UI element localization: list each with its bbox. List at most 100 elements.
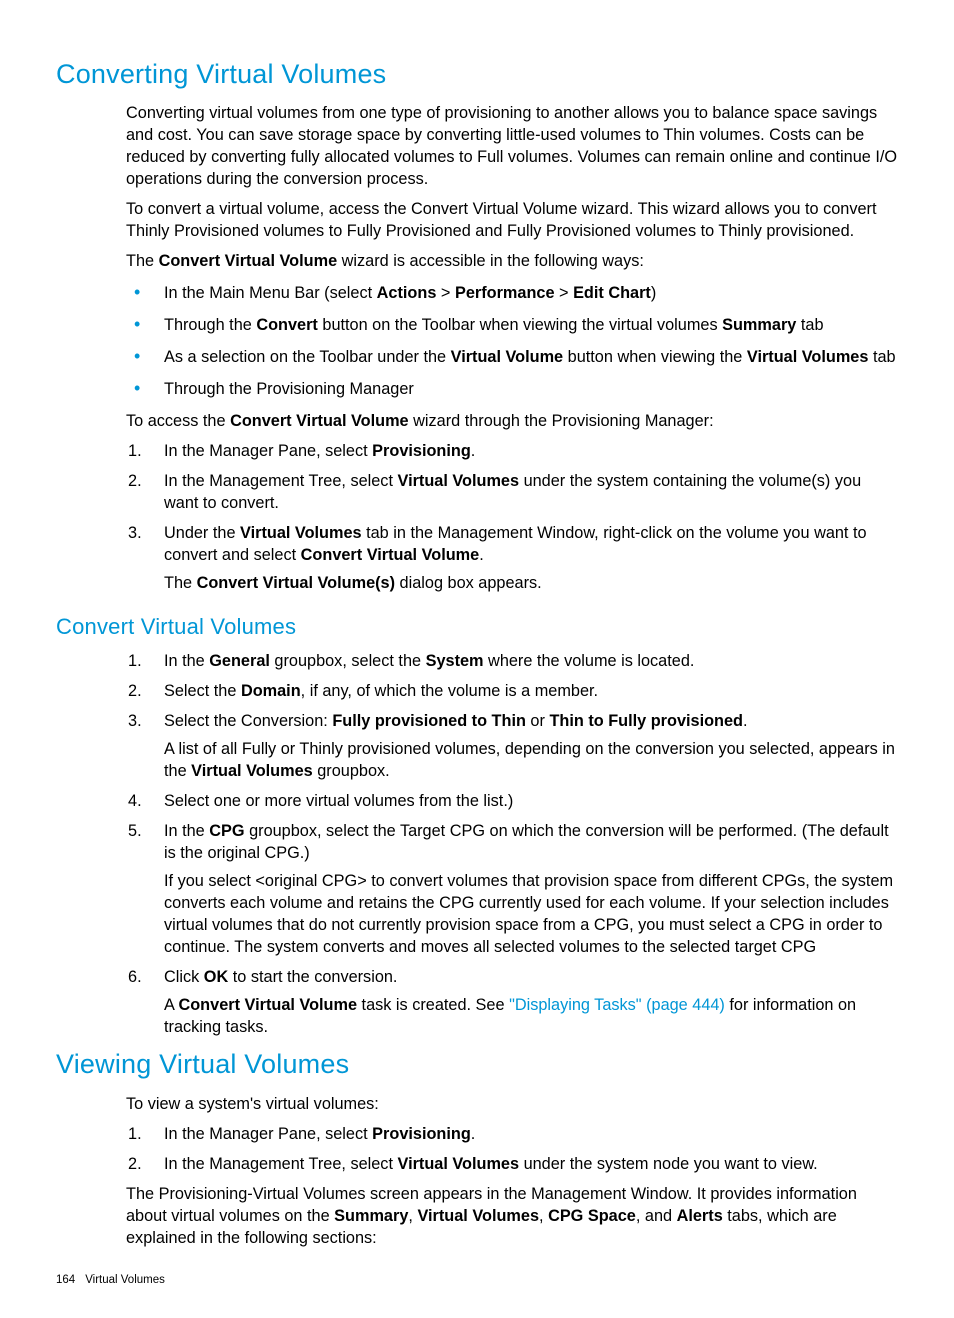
text: The (126, 252, 159, 270)
text-bold: System (426, 652, 484, 670)
text: Select the (164, 682, 241, 700)
text: A (164, 996, 178, 1014)
list-item: In the Manager Pane, select Provisioning… (126, 1123, 898, 1145)
text: Select the Conversion: (164, 712, 332, 730)
text: button on the Toolbar when viewing the v… (318, 316, 722, 334)
text-bold: Alerts (677, 1207, 723, 1225)
list-item: Under the Virtual Volumes tab in the Man… (126, 522, 898, 594)
paragraph: A Convert Virtual Volume task is created… (164, 994, 898, 1038)
text-bold: Virtual Volumes (398, 472, 520, 490)
text: In the Management Tree, select (164, 1155, 398, 1173)
text: . (471, 1125, 476, 1143)
text: , and (636, 1207, 677, 1225)
text-bold: Virtual Volumes (191, 762, 313, 780)
text-bold: Provisioning (372, 442, 471, 460)
text: In the Manager Pane, select (164, 442, 372, 460)
paragraph: Converting virtual volumes from one type… (126, 102, 898, 190)
text: Through the (164, 316, 256, 334)
text: tab (868, 348, 895, 366)
list-item: Select the Conversion: Fully provisioned… (126, 710, 898, 782)
page-footer: 164 Virtual Volumes (56, 1273, 898, 1289)
text-bold: OK (204, 968, 228, 986)
text-bold: Domain (241, 682, 301, 700)
heading-viewing-virtual-volumes: Viewing Virtual Volumes (56, 1046, 898, 1082)
paragraph: A list of all Fully or Thinly provisione… (164, 738, 898, 782)
text: . (743, 712, 748, 730)
heading-convert-virtual-volumes: Convert Virtual Volumes (56, 612, 898, 642)
text-bold: Convert Virtual Volume (178, 996, 357, 1014)
text: In the Manager Pane, select (164, 1125, 372, 1143)
list-item: Through the Convert button on the Toolba… (126, 314, 898, 336)
text: ) (651, 284, 656, 302)
text: groupbox, select the (270, 652, 426, 670)
paragraph: To convert a virtual volume, access the … (126, 198, 898, 242)
list-item: Through the Provisioning Manager (126, 378, 898, 400)
text-bold: Summary (722, 316, 796, 334)
ordered-list: In the Manager Pane, select Provisioning… (126, 440, 898, 594)
bullet-list: In the Main Menu Bar (select Actions > P… (126, 282, 898, 400)
text: , if any, of which the volume is a membe… (301, 682, 598, 700)
text-bold: Convert Virtual Volume (159, 252, 338, 270)
text-bold: Thin to Fully provisioned (549, 712, 743, 730)
footer-title: Virtual Volumes (85, 1274, 165, 1286)
text: To access the (126, 412, 230, 430)
list-item: In the Main Menu Bar (select Actions > P… (126, 282, 898, 304)
text: dialog box appears. (395, 574, 542, 592)
text: , (539, 1207, 548, 1225)
list-item: Click OK to start the conversion. A Conv… (126, 966, 898, 1038)
text-bold: Provisioning (372, 1125, 471, 1143)
list-item: As a selection on the Toolbar under the … (126, 346, 898, 368)
text: . (479, 546, 484, 564)
text: In the Main Menu Bar (select (164, 284, 377, 302)
list-item: In the Manager Pane, select Provisioning… (126, 440, 898, 462)
text-bold: CPG (209, 822, 244, 840)
link-displaying-tasks[interactable]: "Displaying Tasks" (page 444) (509, 996, 725, 1014)
paragraph: The Provisioning-Virtual Volumes screen … (126, 1183, 898, 1249)
list-item: Select one or more virtual volumes from … (126, 790, 898, 812)
paragraph: To view a system's virtual volumes: (126, 1093, 898, 1115)
text: wizard through the Provisioning Manager: (409, 412, 714, 430)
ordered-list: In the Manager Pane, select Provisioning… (126, 1123, 898, 1175)
list-item: In the General groupbox, select the Syst… (126, 650, 898, 672)
text-bold: Edit Chart (573, 284, 651, 302)
text: tab (796, 316, 823, 334)
text-bold: Convert Virtual Volume(s) (197, 574, 395, 592)
text-bold: Actions (377, 284, 437, 302)
text: or (526, 712, 550, 730)
text: In the (164, 652, 209, 670)
text: groupbox, select the Target CPG on which… (164, 822, 889, 862)
list-item: In the Management Tree, select Virtual V… (126, 1153, 898, 1175)
text: Click (164, 968, 204, 986)
text-bold: Fully provisioned to Thin (332, 712, 526, 730)
text: > (436, 284, 455, 302)
text: groupbox. (313, 762, 390, 780)
text-bold: Convert Virtual Volume (230, 412, 409, 430)
list-item: In the Management Tree, select Virtual V… (126, 470, 898, 514)
text: under the system node you want to view. (519, 1155, 818, 1173)
list-item: In the CPG groupbox, select the Target C… (126, 820, 898, 958)
text-bold: Virtual Volumes (417, 1207, 539, 1225)
paragraph: The Convert Virtual Volume(s) dialog box… (164, 572, 898, 594)
text-bold: Virtual Volume (451, 348, 564, 366)
text-bold: Convert (256, 316, 318, 334)
page-number: 164 (56, 1274, 75, 1286)
text-bold: General (209, 652, 270, 670)
text: Under the (164, 524, 240, 542)
text: wizard is accessible in the following wa… (337, 252, 644, 270)
text-bold: Virtual Volumes (398, 1155, 520, 1173)
text: In the (164, 822, 209, 840)
paragraph: To access the Convert Virtual Volume wiz… (126, 410, 898, 432)
text-bold: CPG Space (548, 1207, 636, 1225)
text: . (471, 442, 476, 460)
text: task is created. See (357, 996, 509, 1014)
text-bold: Performance (455, 284, 555, 302)
text: to start the conversion. (228, 968, 397, 986)
text-bold: Virtual Volumes (747, 348, 869, 366)
text: The (164, 574, 197, 592)
text-bold: Convert Virtual Volume (301, 546, 480, 564)
text: button when viewing the (563, 348, 747, 366)
text: where the volume is located. (484, 652, 695, 670)
text: > (555, 284, 574, 302)
list-item: Select the Domain, if any, of which the … (126, 680, 898, 702)
text-bold: Virtual Volumes (240, 524, 362, 542)
